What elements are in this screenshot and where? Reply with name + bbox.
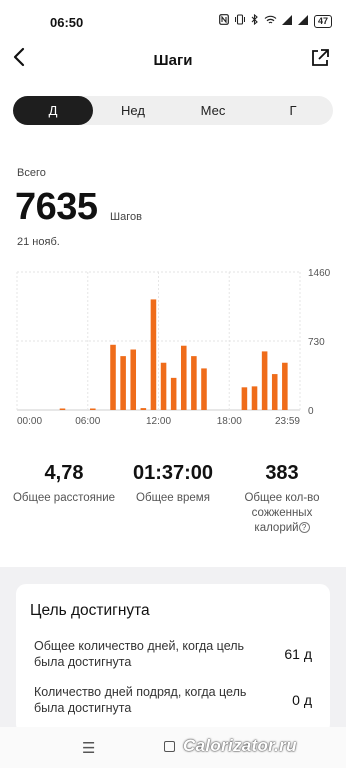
- bluetooth-icon: [251, 13, 259, 29]
- stat-calories-label-line: калорий?: [232, 521, 332, 536]
- stat-time-label: Общее время: [136, 492, 210, 504]
- chart-bar: [120, 356, 126, 410]
- chart-y-tick-label: 730: [308, 337, 325, 348]
- help-icon[interactable]: ?: [298, 522, 310, 533]
- chart-y-tick-label: 1460: [308, 268, 331, 279]
- chart-x-tick-label: 12:00: [146, 416, 171, 427]
- stat-time: 01:37:00 Общее время: [118, 462, 228, 506]
- goal-row-total-days: Общее количество дней, когда цель была д…: [34, 638, 316, 670]
- share-icon[interactable]: [310, 48, 332, 70]
- total-label: Всего: [17, 167, 46, 179]
- status-time: 06:50: [50, 15, 84, 30]
- tab-year[interactable]: Г: [253, 96, 333, 125]
- chart-bar: [140, 408, 147, 410]
- status-bar: 06:50 47: [0, 0, 346, 44]
- chart-bar: [110, 344, 116, 410]
- battery-indicator: 47: [313, 15, 332, 28]
- stat-calories-label-line: сожженных: [251, 507, 313, 519]
- goal-row-streak-days: Количество дней подряд, когда цель была …: [34, 684, 316, 716]
- nfc-icon: [219, 14, 229, 29]
- watermark: Calorizator.ru: [183, 736, 297, 755]
- status-icons: 47: [219, 13, 332, 29]
- chart-x-tick-label: 18:00: [217, 416, 242, 427]
- chart-bar: [130, 349, 137, 410]
- chart-x-tick-label: 00:00: [17, 416, 42, 427]
- chart-bar: [261, 351, 268, 410]
- stat-distance-value: 4,78: [44, 462, 84, 484]
- vibrate-icon: [234, 14, 246, 29]
- page-title: Шаги: [153, 52, 193, 69]
- stat-calories: 383 Общее кол-во сожженных калорий?: [232, 462, 332, 536]
- goal-row-label: Общее количество дней, когда цель была д…: [34, 639, 245, 669]
- stats-row: 4,78 Общее расстояние 01:37:00 Общее вре…: [0, 462, 346, 542]
- total-steps-unit: Шагов: [110, 211, 142, 223]
- header: Шаги: [0, 44, 346, 78]
- stat-calories-value: 383: [265, 462, 299, 484]
- period-tabs: Д Нед Мес Г: [13, 96, 333, 125]
- chart-bar: [90, 408, 96, 410]
- chart-bar: [150, 299, 157, 410]
- goal-row-value: 0 д: [292, 692, 312, 708]
- home-icon[interactable]: [164, 741, 175, 752]
- chart-bar: [271, 374, 278, 410]
- chart-bar: [251, 386, 258, 410]
- goal-title: Цель достигнута: [30, 602, 150, 619]
- signal-icon: [281, 14, 293, 29]
- stat-calories-label: Общее кол-во сожженных калорий?: [232, 491, 332, 536]
- goal-card: Цель достигнута Общее количество дней, к…: [16, 584, 330, 734]
- signal-icon: [297, 14, 309, 29]
- total-steps-value: 7635: [15, 186, 98, 228]
- tab-week[interactable]: Нед: [93, 96, 173, 125]
- stat-distance: 4,78 Общее расстояние: [8, 462, 120, 506]
- tab-day[interactable]: Д: [13, 96, 93, 125]
- chart-bar: [282, 362, 288, 410]
- system-navbar: ☰ Calorizator.ru: [0, 727, 346, 768]
- steps-chart[interactable]: 1460 730 0 00:00 06:00 12:00 18:00 23:59: [0, 260, 346, 430]
- stat-time-value: 01:37:00: [132, 462, 214, 484]
- chart-bar: [170, 377, 177, 410]
- chart-bar: [201, 368, 207, 410]
- chart-bar: [160, 362, 167, 410]
- tab-month[interactable]: Мес: [173, 96, 253, 125]
- chart-bar: [191, 356, 197, 410]
- wifi-icon: [264, 15, 277, 29]
- goal-row-value: 61 д: [284, 646, 312, 662]
- stat-distance-label: Общее расстояние: [12, 492, 116, 504]
- chart-x-tick-label: 23:59: [275, 416, 300, 427]
- chart-bar: [180, 345, 187, 410]
- chart-x-tick-label: 06:00: [75, 416, 100, 427]
- selected-date: 21 нояб.: [17, 236, 60, 248]
- chart-bar: [59, 408, 66, 410]
- stat-calories-label-line: Общее кол-во: [244, 492, 320, 504]
- chart-bar: [241, 387, 248, 410]
- menu-icon[interactable]: ☰: [82, 739, 95, 757]
- chart-y-tick-label: 0: [308, 406, 314, 417]
- stat-calories-label-text: калорий: [254, 522, 299, 534]
- goal-row-label: Количество дней подряд, когда цель была …: [34, 685, 247, 715]
